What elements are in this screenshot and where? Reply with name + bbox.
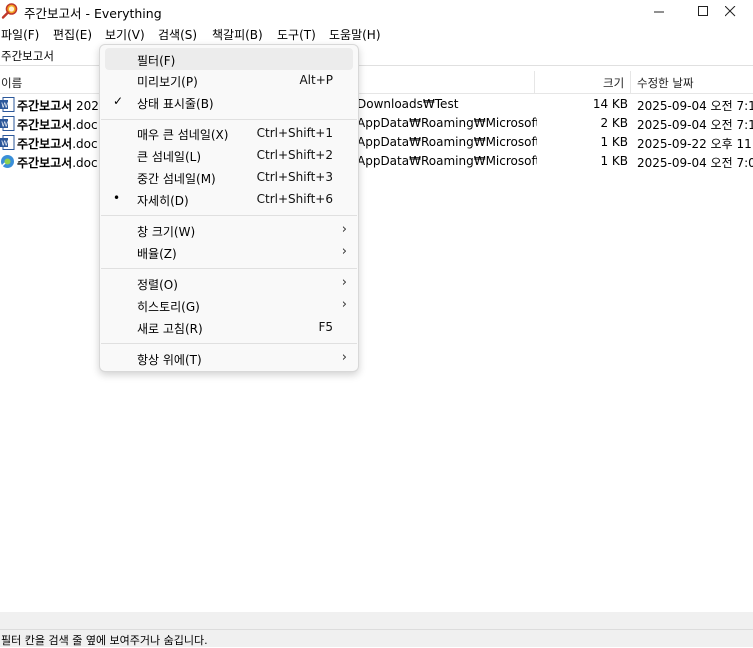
word-document-icon: W	[0, 97, 15, 112]
menu-item-shortcut: Ctrl+Shift+6	[256, 192, 333, 206]
svg-text:W: W	[1, 140, 8, 148]
menu-item-label: 중간 섬네일(M)	[137, 172, 216, 186]
menu-item-shortcut: Alt+P	[299, 73, 333, 87]
file-size: 1 KB	[600, 154, 628, 168]
view-menu-preview[interactable]: 미리보기(P) Alt+P	[105, 69, 353, 91]
view-menu-details[interactable]: • 자세히(D) Ctrl+Shift+6	[105, 188, 353, 210]
menu-item-label: 정렬(O)	[137, 278, 178, 292]
menu-item-label: 미리보기(P)	[137, 75, 198, 89]
column-name[interactable]: 이름	[1, 75, 22, 91]
file-name: 주간보고서.doc	[17, 137, 98, 151]
menu-separator	[101, 268, 357, 269]
menu-item-label: 새로 고침(R)	[137, 322, 203, 336]
menu-item-label: 창 크기(W)	[137, 225, 196, 239]
menu-help[interactable]: 도움말(H)	[329, 26, 381, 43]
menu-bookmarks[interactable]: 책갈피(B)	[212, 26, 263, 43]
file-date: 2025-09-22 오후 11:	[637, 137, 753, 151]
shortcut-document-icon	[0, 155, 14, 168]
menu-item-shortcut: Ctrl+Shift+2	[256, 148, 333, 162]
close-icon	[724, 5, 735, 16]
chevron-right-icon: ›	[341, 275, 347, 290]
menu-item-label: 상태 표시줄(B)	[137, 97, 214, 111]
view-menu-large-thumbnails[interactable]: 큰 섬네일(L) Ctrl+Shift+2	[105, 144, 353, 166]
view-menu-always-on-top[interactable]: 항상 위에(T) ›	[105, 347, 353, 369]
view-menu-window-size[interactable]: 창 크기(W) ›	[105, 219, 353, 241]
horizontal-scrollbar[interactable]	[0, 612, 753, 629]
chevron-right-icon: ›	[341, 350, 347, 365]
everything-search-icon	[1, 3, 18, 19]
menu-bar: 파일(F) 편집(E) 보기(V) 검색(S) 책갈피(B) 도구(T) 도움말…	[0, 24, 753, 44]
column-size[interactable]: 크기	[603, 75, 624, 91]
view-menu-sort[interactable]: 정렬(O) ›	[105, 272, 353, 294]
menu-tools[interactable]: 도구(T)	[277, 26, 316, 43]
file-name: 주간보고서.doc	[17, 156, 98, 170]
view-menu-statusbar[interactable]: ✓ 상태 표시줄(B)	[105, 91, 353, 113]
view-menu-zoom[interactable]: 배율(Z) ›	[105, 241, 353, 263]
svg-text:W: W	[1, 121, 8, 129]
file-path: AppData₩Roaming₩Microsoft...	[357, 154, 537, 168]
file-date: 2025-09-04 오전 7:1	[637, 99, 753, 113]
menu-view[interactable]: 보기(V)	[105, 26, 145, 43]
menu-item-label: 자세히(D)	[137, 194, 189, 208]
file-name: 주간보고서 202	[17, 99, 99, 113]
word-document-icon: W	[0, 135, 15, 150]
menu-search[interactable]: 검색(S)	[158, 26, 197, 43]
menu-item-label: 항상 위에(T)	[137, 353, 202, 367]
minimize-icon	[653, 11, 664, 12]
chevron-right-icon: ›	[341, 244, 347, 259]
word-document-icon: W	[0, 116, 15, 131]
file-size: 1 KB	[600, 135, 628, 149]
column-divider[interactable]	[534, 71, 535, 93]
title-bar: 주간보고서 - Everything	[0, 0, 753, 22]
svg-text:W: W	[1, 102, 8, 110]
minimize-button[interactable]	[636, 0, 682, 22]
menu-item-label: 필터(F)	[137, 54, 176, 68]
menu-item-label: 큰 섬네일(L)	[137, 150, 202, 164]
view-menu-history[interactable]: 히스토리(G) ›	[105, 294, 353, 316]
menu-item-shortcut: Ctrl+Shift+1	[256, 126, 333, 140]
check-icon: ✓	[113, 94, 124, 108]
menu-item-shortcut: Ctrl+Shift+3	[256, 170, 333, 184]
menu-item-label: 배율(Z)	[137, 247, 177, 261]
view-menu-medium-thumbnails[interactable]: 중간 섬네일(M) Ctrl+Shift+3	[105, 166, 353, 188]
window-title: 주간보고서 - Everything	[24, 6, 162, 21]
menu-item-shortcut: F5	[318, 320, 333, 334]
menu-separator	[101, 215, 357, 216]
view-menu-filter[interactable]: 필터(F)	[105, 48, 353, 70]
file-size: 2 KB	[600, 116, 628, 130]
radio-bullet-icon: •	[113, 191, 121, 205]
view-menu-refresh[interactable]: 새로 고침(R) F5	[105, 316, 353, 338]
menu-item-label: 매우 큰 섬네일(X)	[137, 128, 229, 142]
file-size: 14 KB	[592, 97, 628, 111]
file-path: Downloads₩Test	[357, 97, 459, 111]
chevron-right-icon: ›	[341, 222, 347, 237]
column-modified-date[interactable]: 수정한 날짜	[637, 75, 694, 91]
status-bar: 필터 칸을 검색 줄 옆에 보여주거나 숨깁니다.	[0, 629, 753, 647]
menu-separator	[101, 343, 357, 344]
file-path: AppData₩Roaming₩Microsoft...	[357, 116, 537, 130]
close-button[interactable]	[707, 0, 753, 22]
file-date: 2025-09-04 오전 7:1	[637, 118, 753, 132]
menu-separator	[101, 119, 357, 120]
column-divider[interactable]	[630, 71, 631, 93]
chevron-right-icon: ›	[341, 297, 347, 312]
menu-item-label: 히스토리(G)	[137, 300, 200, 314]
file-name: 주간보고서.doc	[17, 118, 98, 132]
menu-edit[interactable]: 편집(E)	[53, 26, 92, 43]
menu-file[interactable]: 파일(F)	[1, 26, 39, 43]
file-date: 2025-09-04 오전 7:0	[637, 156, 753, 170]
view-menu-dropdown: 필터(F) 미리보기(P) Alt+P ✓ 상태 표시줄(B) 매우 큰 섬네일…	[99, 44, 359, 372]
view-menu-extra-large-thumbnails[interactable]: 매우 큰 섬네일(X) Ctrl+Shift+1	[105, 122, 353, 144]
file-path: AppData₩Roaming₩Microsoft...	[357, 135, 537, 149]
